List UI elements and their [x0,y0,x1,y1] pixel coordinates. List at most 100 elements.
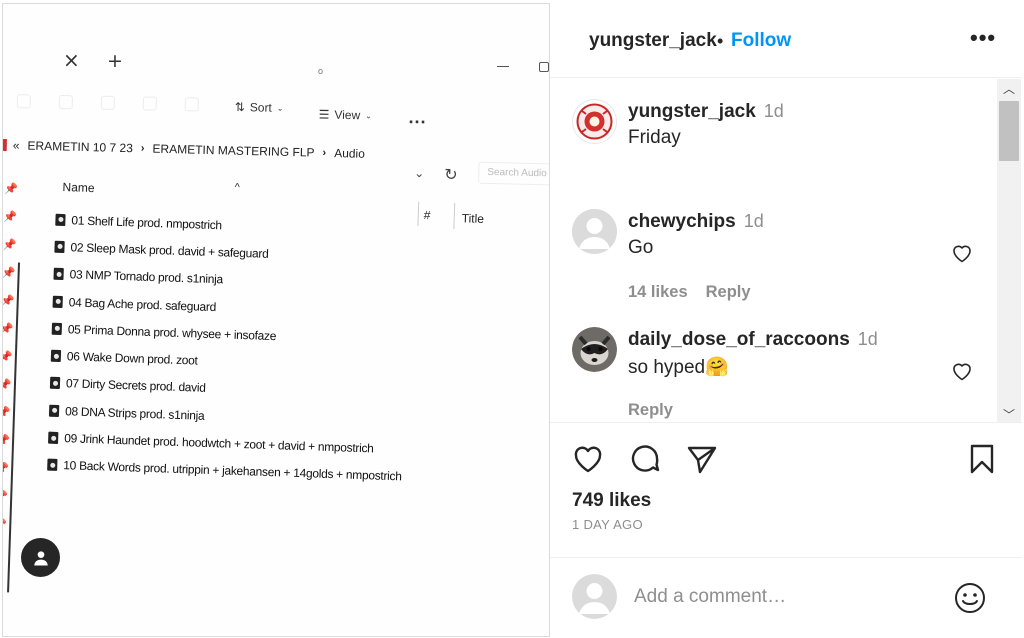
breadcrumb: « ERAMETIN 10 7 23 › ERAMETIN MASTERING … [13,138,365,161]
comment-username[interactable]: chewychips 1d [628,211,764,233]
pin-icon: 📌 [3,406,11,420]
column-separator [453,202,456,229]
file-name: 10 Back Words prod. utrippin + jakehanse… [63,458,402,484]
audio-file-icon [55,213,66,226]
pin-icon: 📌 [3,518,8,532]
comments-scrollbar[interactable]: ︿ ﹀ [997,79,1021,422]
tagged-users-button[interactable] [21,538,60,577]
chevron-down-icon: ⌄ [365,110,372,120]
scroll-up-icon[interactable]: ︿ [997,79,1021,97]
raccoon-avatar-icon [572,327,617,372]
delete-icon [184,97,199,112]
breadcrumb-item: ERAMETIN 10 7 23 [27,138,134,156]
file-name: 03 NMP Tornado prod. s1ninja [69,267,224,287]
pin-icon: 📌 [3,294,15,308]
audio-file-icon [51,322,63,335]
file-name: 06 Wake Down prod. zoot [66,349,198,368]
add-comment-input[interactable] [634,582,934,612]
chevron-down-icon: ⌄ [276,103,284,113]
file-name: 04 Bag Ache prod. safeguard [68,294,217,314]
audio-file-icon [49,377,61,390]
default-avatar-icon [572,574,617,619]
username-text[interactable]: yungster_jack [628,101,756,122]
default-avatar-icon [572,209,617,254]
author-username[interactable]: yungster_jack [589,30,717,52]
audio-file-icon [47,458,58,472]
pin-icon: 📌 [3,239,17,252]
seal-avatar-icon [572,99,617,144]
audio-file-icon [48,431,59,444]
post-header: yungster_jack • Follow ••• [550,3,1022,78]
bookmark-icon[interactable] [964,441,1000,477]
comment-icon[interactable] [627,441,663,477]
comment-likes[interactable]: 14 likes [628,283,688,301]
share-icon[interactable] [684,441,720,477]
pin-icon: 📌 [3,350,13,364]
post-side-panel: yungster_jack • Follow ••• yungster_jack… [549,3,1022,637]
comment-time: 1d [857,329,878,349]
sort-icon: ⇅ [234,100,245,115]
pin-icon: 📌 [3,211,18,224]
file-list: 📌 📌 📌 📌 📌 📌 📌 📌 📌 📌 📌 📌 📌 Name ^ # Title… [3,172,549,593]
file-name: 01 Shelf Life prod. nmpostrich [71,212,223,232]
scrollbar-thumb[interactable] [999,101,1019,161]
breadcrumb-separator-icon: › [322,146,327,159]
heart-icon[interactable] [570,441,606,477]
view-icon: ☰ [318,107,330,122]
comment-username[interactable]: daily_dose_of_raccoons 1d [628,329,878,351]
post-image: × + o ⇅ Sort ⌄ ☰ View ⌄ ... « ERAMETIN 1… [3,4,549,634]
post-time: 1 DAY AGO [572,517,643,532]
column-header-number: # [423,207,431,223]
post-actions [550,441,1022,481]
comments-list[interactable]: yungster_jack 1d Friday chewychips 1d Go 1… [550,79,1022,423]
username-text[interactable]: chewychips [628,211,736,232]
follow-button[interactable]: Follow [731,30,791,52]
comment-text: so hyped🤗 [628,357,729,378]
heart-icon[interactable] [950,359,974,383]
breadcrumb-item: ERAMETIN MASTERING FLP [152,141,315,160]
comment-username[interactable]: yungster_jack 1d [628,101,784,123]
pin-icon: 📌 [3,322,14,336]
reply-button[interactable]: Reply [706,283,751,301]
avatar[interactable] [572,99,617,144]
refresh-icon: ↻ [444,164,458,185]
avatar[interactable] [572,327,617,372]
more-options-icon[interactable]: ••• [970,25,996,51]
heart-icon[interactable] [950,241,974,265]
pin-icon: 📌 [3,434,10,448]
audio-file-icon [52,295,63,308]
audio-file-icon [54,240,65,254]
comment-time: 1d [763,101,784,121]
comment-meta: Reply [628,401,673,420]
username-text[interactable]: daily_dose_of_raccoons [628,329,850,350]
view-menu: ☰ View ⌄ [319,108,373,123]
pin-icon: 📌 [3,490,9,504]
tab-close-icon: × [63,48,80,72]
column-header-name: Name [62,179,95,196]
cut-icon [16,94,31,109]
sort-label: Sort [249,100,272,115]
avatar[interactable] [572,209,617,254]
pin-icon: 📌 [3,267,16,280]
copy-icon [58,94,73,110]
file-name: 09 Jrink Haundet prod. hoodwtch + zoot +… [63,431,374,456]
explorer-toolbar: ⇅ Sort ⌄ ☰ View ⌄ ... [3,92,549,142]
file-name: 08 DNA Strips prod. s1ninja [64,403,205,423]
file-name: 07 Dirty Secrets prod. david [65,376,206,396]
pin-icon: 📌 [4,183,19,196]
back-chevrons-icon: « [12,138,20,153]
audio-file-icon [50,349,62,363]
user-icon [33,550,48,565]
emoji-icon[interactable] [952,580,988,616]
breadcrumb-separator-icon: › [140,142,145,155]
search-box: Search Audio [478,161,549,186]
avatar [572,574,617,619]
header-separator: • [717,31,724,51]
maximize-icon [539,62,549,72]
likes-count[interactable]: 749 likes [572,490,651,512]
scroll-down-icon[interactable]: ﹀ [997,405,1021,422]
reply-button[interactable]: Reply [628,401,673,419]
pin-icon: 📌 [3,462,10,476]
minimize-icon [497,66,509,67]
file-rows: 01 Shelf Life prod. nmpostrich 02 Sleep … [47,206,410,491]
